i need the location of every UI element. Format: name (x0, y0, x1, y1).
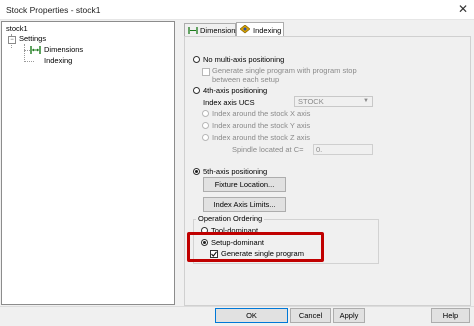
cancel-button[interactable]: Cancel (290, 308, 331, 323)
no-multi-axis-radio[interactable] (193, 56, 200, 63)
select-value: STOCK (298, 97, 324, 106)
collapse-toggle-icon[interactable]: − (8, 36, 16, 44)
chevron-down-icon: ▼ (363, 98, 369, 104)
index-around-z-radio[interactable] (202, 134, 209, 141)
window-title: Stock Properties - stock1 (6, 5, 101, 15)
tree-item-label: Dimensions (44, 45, 84, 54)
tab-dimensions[interactable]: Dimensions (184, 23, 239, 37)
fifth-axis-radio[interactable] (193, 168, 200, 175)
index-around-z-label: Index around the stock Z axis (212, 133, 310, 142)
ok-button[interactable]: OK (215, 308, 288, 323)
spindle-label: Spindle located at C= (232, 145, 304, 154)
index-around-x-label: Index around the stock X axis (212, 109, 311, 118)
help-button[interactable]: Help (431, 308, 470, 323)
fourth-axis-radio[interactable] (193, 87, 200, 94)
title-bar: Stock Properties - stock1 ✕ (0, 0, 474, 20)
fixture-location-button[interactable]: Fixture Location... (203, 177, 286, 192)
index-around-y-label: Index around the stock Y axis (212, 121, 311, 130)
dimensions-icon (30, 46, 41, 54)
fourth-axis-label: 4th-axis positioning (203, 86, 268, 95)
dimensions-icon (188, 27, 198, 34)
no-multi-axis-label: No multi-axis positioning (203, 55, 285, 64)
tree-item-label: Settings (19, 34, 47, 43)
generate-single-setup-checkbox[interactable] (202, 68, 210, 76)
tree-view[interactable]: stock1 − Settings Dimensions Indexing (1, 21, 175, 305)
tree-item-label: stock1 (6, 24, 28, 33)
operation-ordering-label: Operation Ordering (196, 214, 265, 224)
spindle-input[interactable]: 0. (313, 144, 373, 155)
tree-item-stock1[interactable]: stock1 (6, 24, 28, 34)
tree-line (24, 61, 34, 62)
index-around-y-radio[interactable] (202, 122, 209, 129)
index-axis-ucs-select[interactable]: STOCK ▼ (294, 96, 373, 107)
tree-item-settings[interactable]: Settings (19, 34, 46, 44)
tree-line (24, 44, 25, 62)
apply-button[interactable]: Apply (333, 308, 365, 323)
annotation-highlight (187, 232, 324, 262)
indexing-icon (240, 25, 250, 34)
index-axis-ucs-label: Index axis UCS (203, 98, 255, 107)
dialog-body: stock1 − Settings Dimensions Indexing Di… (0, 20, 474, 326)
index-axis-limits-button[interactable]: Index Axis Limits... (203, 197, 286, 212)
fifth-axis-label: 5th-axis positioning (203, 167, 268, 176)
close-icon[interactable]: ✕ (458, 2, 468, 16)
index-around-x-radio[interactable] (202, 110, 209, 117)
tab-indexing[interactable]: Indexing (236, 22, 284, 37)
tree-item-label: Indexing (44, 56, 73, 65)
generate-single-setup-label: Generate single program with program sto… (212, 66, 357, 84)
